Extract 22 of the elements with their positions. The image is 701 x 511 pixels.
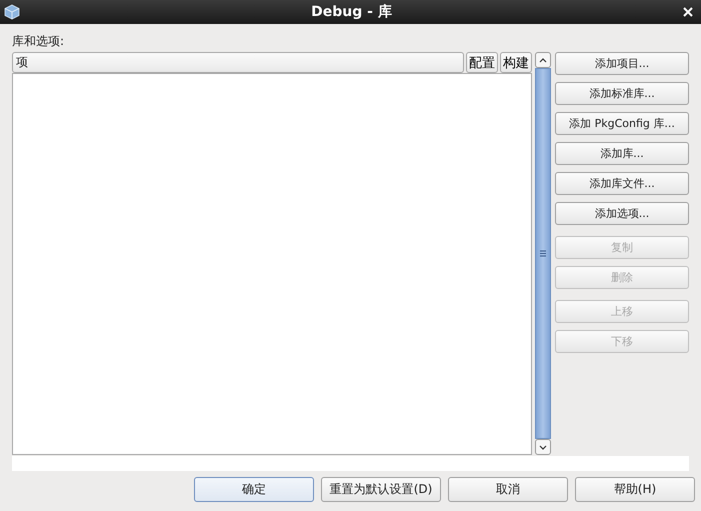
window-title: Debug - 库 bbox=[310, 3, 393, 21]
caret-down-icon bbox=[539, 444, 547, 450]
side-button[interactable]: 添加项目... bbox=[555, 52, 689, 75]
header-button[interactable]: 配置 bbox=[466, 52, 498, 73]
side-button[interactable]: 添加 PkgConfig 库... bbox=[555, 112, 689, 135]
column-header[interactable]: 项 bbox=[12, 52, 464, 73]
dialog-button[interactable]: 重置为默认设置(D) bbox=[321, 477, 441, 502]
scroll-up-button[interactable] bbox=[535, 52, 551, 68]
header-button[interactable]: 构建 bbox=[500, 52, 532, 73]
close-icon[interactable] bbox=[683, 7, 693, 17]
grip-icon bbox=[540, 250, 546, 257]
list-label: 库和选项: bbox=[12, 33, 64, 50]
caret-up-icon bbox=[539, 58, 547, 62]
dialog-button[interactable]: 确定 bbox=[194, 477, 314, 502]
cube-icon bbox=[4, 4, 20, 20]
side-button[interactable]: 添加标准库... bbox=[555, 82, 689, 105]
dialog-button[interactable]: 取消 bbox=[448, 477, 568, 502]
side-button[interactable]: 添加库... bbox=[555, 142, 689, 165]
scroll-down-button[interactable] bbox=[535, 439, 551, 455]
side-button[interactable]: 添加选项... bbox=[555, 202, 689, 225]
dialog-button[interactable]: 帮助(H) bbox=[575, 477, 695, 502]
side-button[interactable]: 添加库文件... bbox=[555, 172, 689, 195]
